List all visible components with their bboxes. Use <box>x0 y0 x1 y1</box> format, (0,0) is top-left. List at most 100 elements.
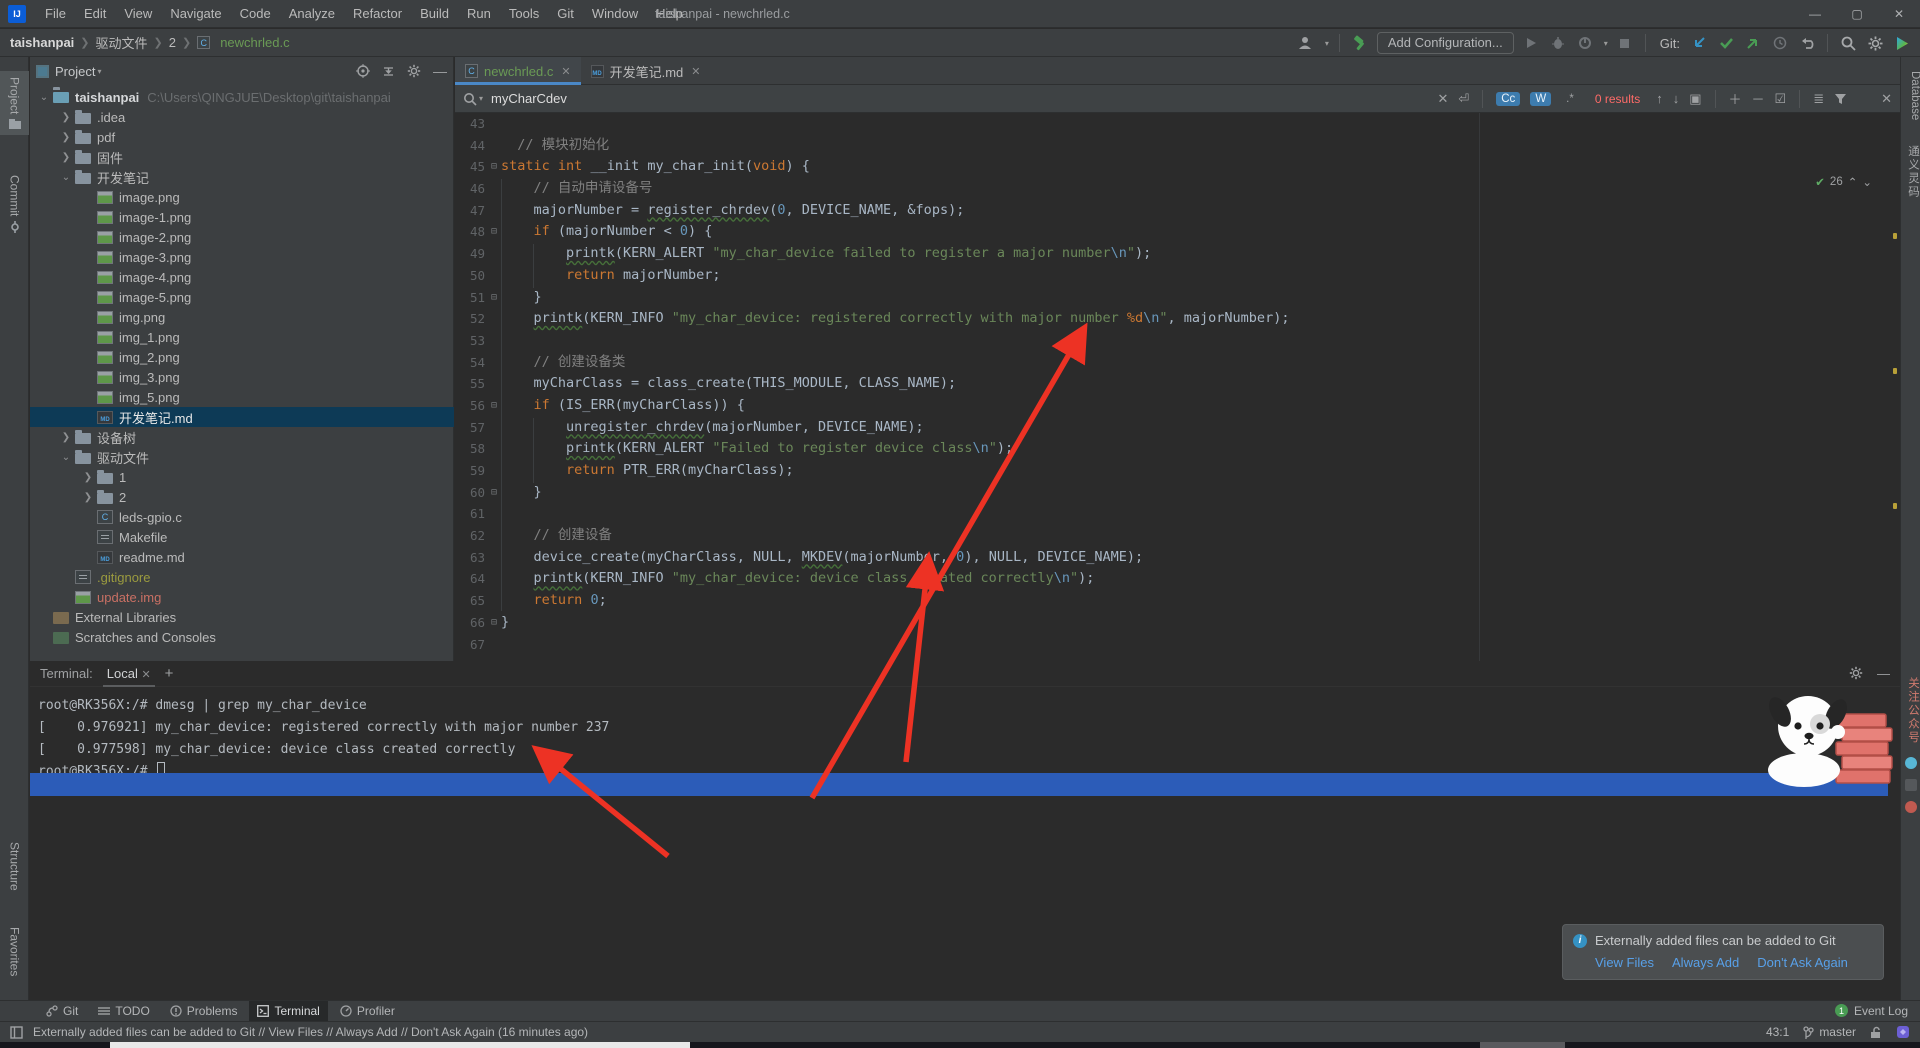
filter-icon[interactable] <box>1834 93 1847 105</box>
tree-item[interactable]: ❯pdf <box>30 127 454 147</box>
inspections-widget[interactable]: ✔ 26 ⌃ ⌄ <box>1815 175 1872 189</box>
code-line[interactable]: 52 printk(KERN_INFO "my_char_device: reg… <box>455 308 1900 330</box>
line-number[interactable]: 51 <box>455 287 487 309</box>
tool-button-favorites[interactable]: Favorites <box>0 927 29 976</box>
next-problem-icon[interactable]: ⌄ <box>1862 175 1872 189</box>
code-line[interactable]: 65 return 0; <box>455 590 1900 612</box>
search-everywhere-icon[interactable] <box>1838 33 1858 53</box>
tree-item[interactable]: ❯设备树 <box>30 427 454 447</box>
close-icon[interactable]: ✕ <box>1878 0 1920 28</box>
next-occurrence-icon[interactable]: ↓ <box>1673 91 1680 106</box>
menu-item-git[interactable]: Git <box>548 6 583 21</box>
strip-icon-dot[interactable] <box>1905 801 1917 813</box>
tree-item[interactable]: ❯1 <box>30 467 454 487</box>
code-line[interactable]: 62 // 创建设备 <box>455 525 1900 547</box>
chevron-right-icon[interactable]: ❯ <box>82 472 94 483</box>
tree-item[interactable]: img_1.png <box>30 327 454 347</box>
code-line[interactable]: 66⊟} <box>455 612 1900 634</box>
breadcrumb-item[interactable]: 驱动文件 <box>96 33 148 52</box>
code-line[interactable]: 48⊟ if (majorNumber < 0) { <box>455 221 1900 243</box>
line-number[interactable]: 53 <box>455 330 487 352</box>
tree-item[interactable]: image-5.png <box>30 287 454 307</box>
match-case-toggle[interactable]: Cc <box>1496 92 1520 106</box>
menu-item-analyze[interactable]: Analyze <box>280 6 344 21</box>
error-stripe-mark[interactable] <box>1893 233 1897 239</box>
search-in-selection-icon[interactable]: ▣ <box>1689 91 1701 107</box>
collapse-all-icon[interactable] <box>382 65 395 78</box>
code-line[interactable]: 44 // 模块初始化 <box>455 135 1900 157</box>
code-line[interactable]: 43 <box>455 113 1900 135</box>
code-line[interactable]: 46 // 自动申请设备号 <box>455 178 1900 200</box>
profiler-dropdown-caret-icon[interactable]: ▾ <box>1604 39 1608 48</box>
line-number[interactable]: 59 <box>455 460 487 482</box>
search-options-icon[interactable]: ≣ <box>1813 91 1824 107</box>
chevron-down-icon[interactable]: ⌄ <box>60 172 72 183</box>
line-number[interactable]: 44 <box>455 135 487 157</box>
tool-button-commit[interactable]: Commit <box>0 175 29 233</box>
line-number[interactable]: 47 <box>455 200 487 222</box>
code-line[interactable]: 49 printk(KERN_ALERT "my_char_device fai… <box>455 243 1900 265</box>
error-stripe-mark[interactable] <box>1893 368 1897 374</box>
tree-item[interactable]: ⌄开发笔记 <box>30 167 454 187</box>
code-line[interactable]: 55 myCharClass = class_create(THIS_MODUL… <box>455 373 1900 395</box>
tool-button-project[interactable]: Project <box>0 71 29 135</box>
regex-toggle[interactable]: .* <box>1561 92 1579 106</box>
coverage-icon[interactable] <box>1575 33 1595 53</box>
code-line[interactable]: 64 printk(KERN_INFO "my_char_device: dev… <box>455 568 1900 590</box>
tree-item[interactable]: img_3.png <box>30 367 454 387</box>
git-commit-icon[interactable] <box>1716 33 1736 53</box>
line-number[interactable]: 58 <box>455 438 487 460</box>
line-number[interactable]: 66 <box>455 612 487 634</box>
code-line[interactable]: 58 printk(KERN_ALERT "Failed to register… <box>455 438 1900 460</box>
history-icon[interactable] <box>1770 33 1790 53</box>
panel-settings-gear-icon[interactable] <box>407 64 421 78</box>
tool-tab-git[interactable]: Git <box>38 1001 86 1022</box>
code-line[interactable]: 54 // 创建设备类 <box>455 352 1900 374</box>
caret-position[interactable]: 43:1 <box>1766 1025 1789 1039</box>
fold-marker-icon[interactable]: ⊟ <box>487 287 501 309</box>
chevron-down-icon[interactable]: ⌄ <box>38 92 50 103</box>
strip-icon-square[interactable] <box>1905 779 1917 791</box>
tree-item[interactable]: External Libraries <box>30 607 454 627</box>
menu-item-refactor[interactable]: Refactor <box>344 6 411 21</box>
fold-marker-icon[interactable]: ⊟ <box>487 612 501 634</box>
line-number[interactable]: 61 <box>455 503 487 525</box>
tree-item[interactable]: img_2.png <box>30 347 454 367</box>
add-configuration-button[interactable]: Add Configuration... <box>1377 32 1514 54</box>
rollback-icon[interactable] <box>1797 33 1817 53</box>
line-number[interactable]: 63 <box>455 547 487 569</box>
close-tab-icon[interactable]: ✕ <box>691 65 700 78</box>
build-hammer-icon[interactable] <box>1350 33 1370 53</box>
tree-item[interactable]: Cleds-gpio.c <box>30 507 454 527</box>
search-icon[interactable] <box>463 92 477 106</box>
line-number[interactable]: 62 <box>455 525 487 547</box>
tool-button-database[interactable]: Database <box>1901 71 1920 120</box>
git-push-icon[interactable] <box>1743 33 1763 53</box>
tree-item[interactable]: MDreadme.md <box>30 547 454 567</box>
tool-button-plugin[interactable]: 通义灵码 <box>1901 145 1920 199</box>
editor-tab-开发笔记.md[interactable]: MD开发笔记.md✕ <box>581 57 711 85</box>
fold-marker-icon[interactable]: ⊟ <box>487 482 501 504</box>
menu-item-tools[interactable]: Tools <box>500 6 548 21</box>
tool-tab-todo[interactable]: TODO <box>90 1001 157 1022</box>
code-line[interactable]: 50 return majorNumber; <box>455 265 1900 287</box>
tree-item[interactable]: image-4.png <box>30 267 454 287</box>
prev-problem-icon[interactable]: ⌃ <box>1848 175 1858 189</box>
menu-item-file[interactable]: File <box>36 6 75 21</box>
code-line[interactable]: 57 unregister_chrdev(majorNumber, DEVICE… <box>455 417 1900 439</box>
tool-button-structure[interactable]: Structure <box>0 842 29 891</box>
line-number[interactable]: 43 <box>455 113 487 135</box>
tree-item[interactable]: ❯固件 <box>30 147 454 167</box>
code-line[interactable]: 56⊟ if (IS_ERR(myCharClass)) { <box>455 395 1900 417</box>
line-number[interactable]: 54 <box>455 352 487 374</box>
toolbox-icon[interactable] <box>1892 33 1912 53</box>
line-number[interactable]: 65 <box>455 590 487 612</box>
previous-occurrence-icon[interactable]: ↑ <box>1656 91 1663 106</box>
line-number[interactable]: 49 <box>455 243 487 265</box>
remove-occurrence-icon[interactable]: － <box>1752 89 1765 108</box>
plugin-icon[interactable] <box>1896 1025 1910 1039</box>
error-stripe-mark[interactable] <box>1893 503 1897 509</box>
tree-item[interactable]: ❯.idea <box>30 107 454 127</box>
code-line[interactable]: 51⊟ } <box>455 287 1900 309</box>
breadcrumb-item[interactable]: Cnewchrled.c <box>197 35 289 50</box>
